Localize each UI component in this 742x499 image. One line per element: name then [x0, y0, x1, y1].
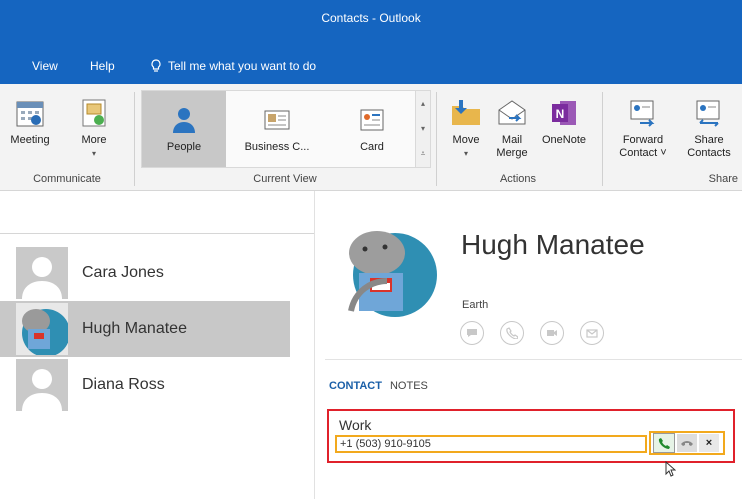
avatar [16, 247, 68, 299]
folder-move-icon [452, 100, 480, 125]
list-item-selected[interactable]: Hugh Manatee [0, 301, 290, 357]
more-dropdown-icon: ▾ [91, 149, 96, 158]
tell-me-box[interactable]: Tell me what you want to do [150, 59, 316, 73]
contact-actions [460, 321, 604, 345]
contact-detail-pane: Hugh Manatee Earth CONTACT NOTES Work +1… [315, 191, 742, 499]
hangup-button[interactable] [677, 434, 697, 452]
share-contacts-label-2: Contacts [687, 147, 731, 159]
tab-contact[interactable]: CONTACT [329, 380, 382, 392]
im-icon[interactable] [460, 321, 484, 345]
mail-merge-button[interactable]: Mail Merge [492, 96, 532, 160]
tab-notes[interactable]: NOTES [390, 380, 428, 392]
detail-tabs: CONTACT NOTES [329, 380, 428, 392]
title-bar: Contacts - Outlook [0, 0, 742, 44]
mouse-pointer-icon [665, 461, 676, 477]
default-avatar-icon [16, 359, 68, 411]
close-button[interactable]: × [699, 434, 719, 452]
people-icon [173, 108, 195, 133]
forward-contact-icon [630, 100, 655, 127]
menu-help[interactable]: Help [90, 59, 115, 73]
call-button[interactable] [653, 433, 675, 453]
gallery-expand-icon[interactable]: ⩡ [421, 149, 426, 159]
onenote-label: OneNote [541, 134, 587, 146]
communicate-group-label: Communicate [33, 173, 101, 185]
contact-name: Cara Jones [82, 264, 164, 281]
onenote-icon: N [552, 101, 576, 125]
manatee-avatar-icon [16, 303, 68, 355]
avatar [16, 303, 68, 355]
mail-merge-icon [498, 100, 526, 125]
avatar [16, 359, 68, 411]
view-business-card[interactable]: Business C... [230, 91, 324, 167]
actions-group-label: Actions [499, 173, 537, 185]
business-card-icon [264, 110, 290, 130]
list-item[interactable]: Diana Ross [0, 357, 290, 413]
more-label: More [81, 134, 107, 146]
contact-photo [348, 231, 437, 317]
current-view-gallery: People Business C... Card ▴ ▾ ⩡ [141, 90, 431, 168]
calendar-icon [16, 101, 44, 127]
ribbon-divider [134, 92, 135, 186]
gallery-scrollbar[interactable]: ▴ ▾ ⩡ [415, 91, 430, 167]
mail-merge-label-1: Mail [501, 134, 523, 146]
contact-location: Earth [462, 299, 489, 311]
card-label: Card [360, 141, 384, 153]
detail-divider [325, 359, 742, 360]
more-communicate-icon [82, 99, 106, 127]
tell-me-label: Tell me what you want to do [168, 59, 317, 73]
search-divider [0, 233, 314, 234]
video-icon[interactable] [540, 321, 564, 345]
onenote-button[interactable]: N OneNote [536, 96, 592, 147]
forward-contact-label-1: Forward [622, 134, 664, 146]
view-people[interactable]: People [142, 91, 226, 167]
meeting-label: Meeting [10, 134, 50, 146]
share-contacts-icon [696, 100, 720, 127]
chat-bubble-icon [467, 329, 477, 337]
lightbulb-icon [151, 59, 161, 72]
hangup-icon [681, 441, 693, 446]
card-icon [360, 109, 384, 131]
svg-text:N: N [556, 107, 565, 121]
window-title: Contacts - Outlook [321, 11, 421, 25]
view-card[interactable]: Card [330, 91, 414, 167]
contact-title: Hugh Manatee [461, 229, 645, 260]
call-icon[interactable] [500, 321, 524, 345]
meeting-button[interactable]: Meeting [8, 96, 52, 147]
ribbon-divider [436, 92, 437, 186]
contact-list: Cara Jones Hugh Manatee Diana Ross [0, 191, 315, 499]
move-button[interactable]: Move ▾ [446, 96, 486, 160]
ribbon-divider [602, 92, 603, 186]
business-card-label: Business C... [244, 141, 310, 153]
share-contacts-button[interactable]: Share Contacts [680, 96, 738, 160]
move-label: Move [452, 134, 480, 146]
share-contacts-label-1: Share [694, 134, 724, 146]
email-icon[interactable] [580, 321, 604, 345]
phone-icon [506, 327, 518, 339]
contact-name: Diana Ross [82, 376, 165, 393]
move-dropdown-icon: ▾ [463, 149, 468, 158]
scroll-down-icon[interactable]: ▾ [421, 124, 425, 133]
current-view-group-label: Current View [253, 173, 317, 185]
phone-icon [658, 438, 670, 449]
ribbon: Meeting More ▾ Communicate People Busine… [0, 84, 742, 191]
list-item[interactable]: Cara Jones [0, 245, 290, 301]
menu-bar: View Help Tell me what you want to do [0, 44, 742, 84]
work-phone-label: Work [339, 417, 372, 433]
mail-merge-label-2: Merge [496, 147, 528, 159]
share-group-label: Share [708, 173, 738, 185]
scroll-up-icon[interactable]: ▴ [421, 99, 425, 108]
default-avatar-icon [16, 247, 68, 299]
envelope-icon [586, 329, 598, 338]
camera-icon [547, 330, 557, 336]
forward-contact-label-2: Contact ˅ [619, 147, 667, 159]
more-button[interactable]: More ▾ [76, 96, 112, 160]
close-icon: × [705, 437, 713, 449]
work-phone-number[interactable]: +1 (503) 910-9105 [335, 435, 647, 453]
menu-view[interactable]: View [32, 59, 58, 73]
people-label: People [166, 141, 202, 153]
contact-name: Hugh Manatee [82, 320, 187, 337]
phone-action-toolbar: × [649, 431, 725, 455]
forward-contact-button[interactable]: Forward Contact ˅ [612, 96, 674, 160]
